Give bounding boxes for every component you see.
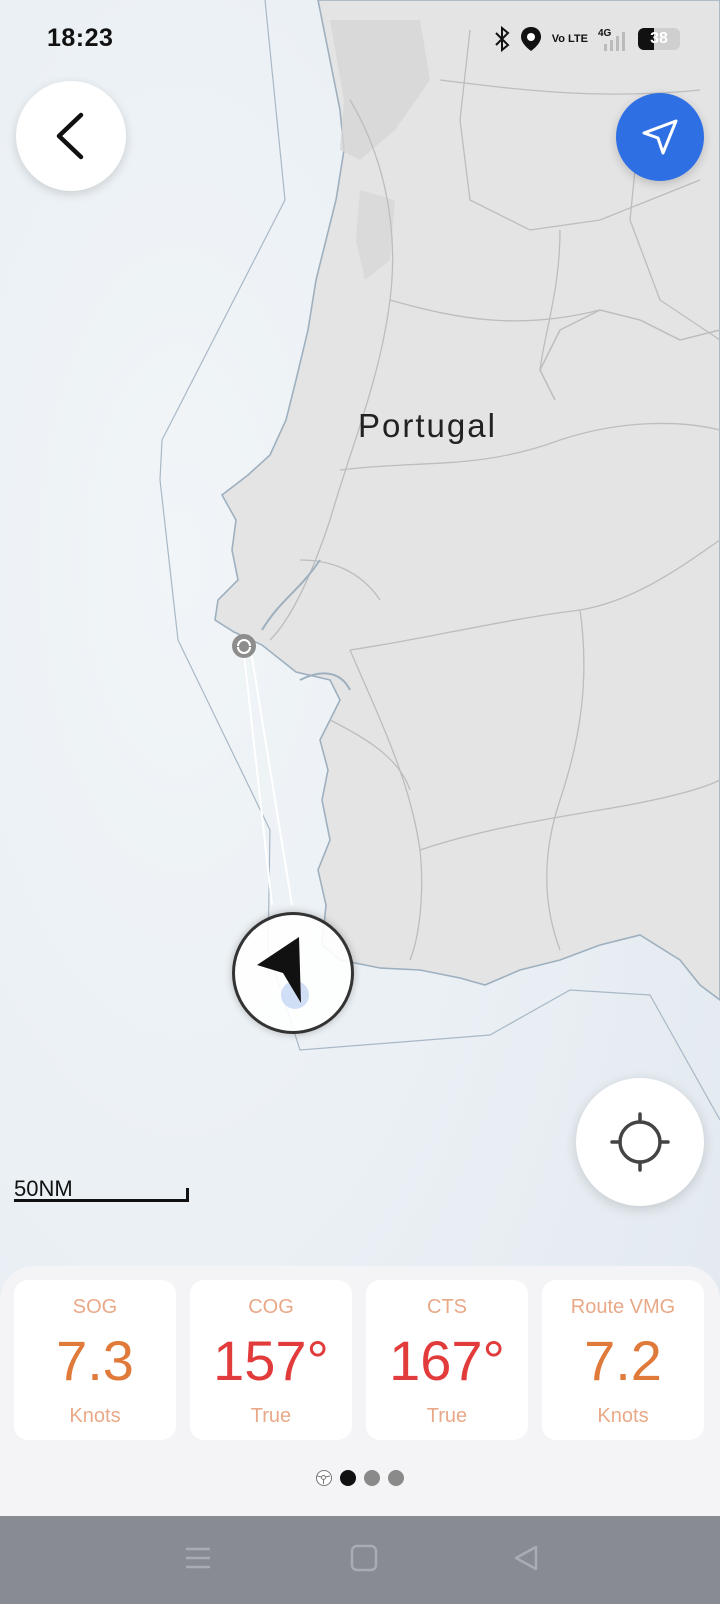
menu-icon[interactable] xyxy=(178,1538,218,1578)
signal-icon: 4G xyxy=(598,28,625,51)
back-triangle-icon[interactable] xyxy=(506,1538,546,1578)
metric-value: 7.2 xyxy=(584,1329,662,1392)
status-bar: 18:23 Vo LTE 4G 38 xyxy=(0,0,720,80)
clock: 18:23 xyxy=(47,24,114,52)
scale-line xyxy=(14,1199,188,1202)
bluetooth-icon xyxy=(495,26,510,52)
system-navigation-bar xyxy=(0,1516,720,1604)
volte-icon: Vo LTE xyxy=(551,32,588,45)
metric-label: SOG xyxy=(72,1296,118,1318)
map-scale: 50NM xyxy=(14,1176,189,1202)
metric-value: 157° xyxy=(213,1329,329,1392)
page-dot[interactable] xyxy=(364,1470,380,1486)
metric-label: CTS xyxy=(427,1296,467,1318)
metric-value: 167° xyxy=(389,1329,505,1392)
crosshair-icon xyxy=(610,1112,670,1172)
battery-icon: 38 xyxy=(638,28,680,50)
metric-card-route-vmg[interactable]: Route VMG 7.2 Knots xyxy=(542,1280,704,1440)
vessel-heading-icon xyxy=(257,937,309,1009)
home-icon[interactable] xyxy=(344,1538,384,1578)
metrics-panel: SOG 7.3 Knots COG 157° True CTS 167° Tru… xyxy=(0,1266,720,1516)
metric-card-cog[interactable]: COG 157° True xyxy=(190,1280,352,1440)
metric-unit: True xyxy=(426,1405,468,1427)
metric-unit: True xyxy=(250,1405,292,1427)
page-dot-steering-wheel-icon[interactable] xyxy=(316,1470,332,1486)
route-start-marker xyxy=(232,634,256,658)
scale-tick xyxy=(186,1188,189,1202)
chevron-left-icon xyxy=(56,112,84,160)
metric-label: COG xyxy=(248,1296,294,1318)
page-dot-active[interactable] xyxy=(340,1470,356,1486)
svg-text:4G: 4G xyxy=(598,28,612,39)
metric-unit: Knots xyxy=(69,1405,121,1427)
country-label: Portugal xyxy=(358,407,497,444)
metric-card-sog[interactable]: SOG 7.3 Knots xyxy=(14,1280,176,1440)
vessel-position-marker[interactable] xyxy=(232,912,354,1034)
location-icon xyxy=(520,27,541,51)
navigate-button[interactable] xyxy=(616,93,704,181)
back-button[interactable] xyxy=(16,81,126,191)
page-indicator[interactable] xyxy=(316,1470,404,1486)
metric-unit: Knots xyxy=(597,1405,649,1427)
metrics-cards[interactable]: SOG 7.3 Knots COG 157° True CTS 167° Tru… xyxy=(14,1280,704,1440)
recenter-button[interactable] xyxy=(576,1078,704,1206)
metric-label: Route VMG xyxy=(570,1296,676,1318)
status-icons: Vo LTE 4G 38 xyxy=(494,26,680,52)
navigation-arrow-icon xyxy=(642,119,678,155)
metric-value: 7.3 xyxy=(56,1329,134,1392)
metric-card-cts[interactable]: CTS 167° True xyxy=(366,1280,528,1440)
page-dot[interactable] xyxy=(388,1470,404,1486)
